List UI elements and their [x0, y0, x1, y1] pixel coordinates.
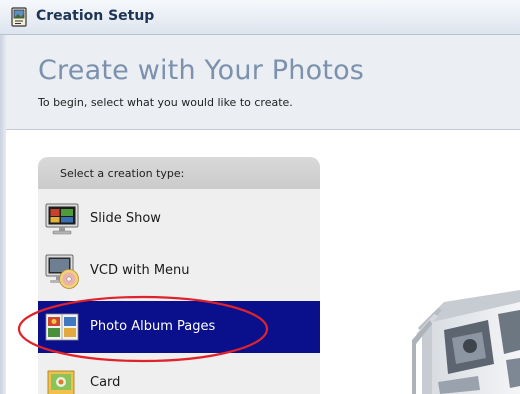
header-banner: Create with Your Photos To begin, select… [6, 35, 520, 130]
option-card-label: Card [90, 375, 121, 390]
window-title: Creation Setup [36, 8, 155, 24]
option-slide-show-label: Slide Show [90, 211, 161, 226]
title-bar: Creation Setup [0, 0, 520, 35]
option-photo-album-pages-label: Photo Album Pages [90, 319, 216, 334]
card-icon [47, 370, 75, 394]
creation-type-heading: Select a creation type: [60, 167, 185, 180]
page-title: Create with Your Photos [38, 55, 365, 86]
option-slide-show[interactable]: Slide Show [38, 193, 320, 245]
vcd-disc-icon [45, 254, 79, 289]
creation-type-panel-header: Select a creation type: [38, 157, 320, 189]
option-vcd-with-menu-label: VCD with Menu [90, 263, 190, 278]
creation-type-panel: Select a creation type: Slide Show VCD w… [38, 157, 320, 394]
slideshow-monitor-icon [45, 203, 79, 235]
photo-album-preview-image [412, 290, 520, 394]
photo-album-icon [45, 313, 79, 341]
option-photo-album-pages[interactable]: Photo Album Pages [38, 301, 320, 353]
creation-setup-window: Creation Setup Create with Your Photos T… [0, 0, 520, 394]
app-icon [11, 7, 27, 27]
option-vcd-with-menu[interactable]: VCD with Menu [38, 245, 320, 297]
page-subtitle: To begin, select what you would like to … [38, 96, 293, 109]
option-card[interactable]: Card [38, 357, 320, 394]
